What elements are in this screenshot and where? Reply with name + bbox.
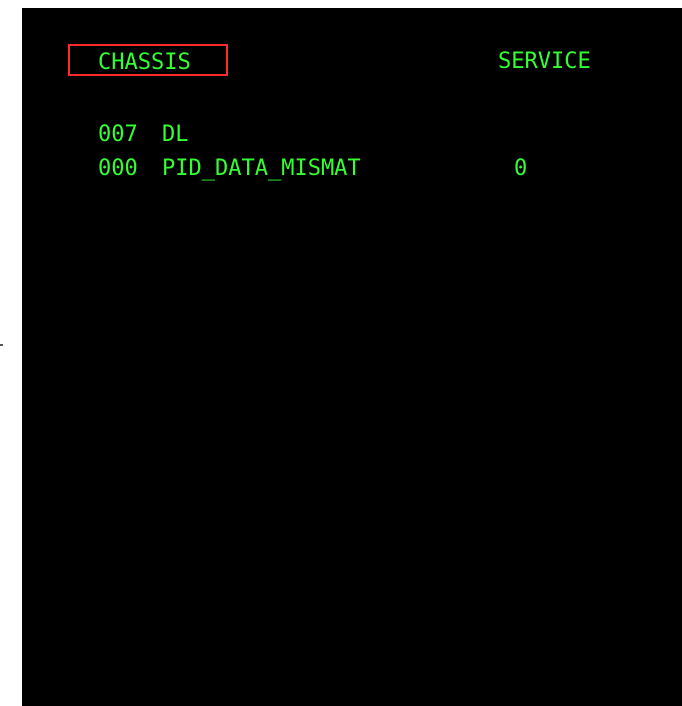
tab-service[interactable]: SERVICE	[498, 51, 591, 73]
row-value: 0	[514, 156, 528, 181]
terminal-screen: CHASSIS SERVICE 007 DL 000 PID_DATA_MISMAT…	[22, 8, 682, 706]
row-code: 007	[98, 122, 138, 147]
edge-marker	[0, 344, 3, 346]
list-item[interactable]: 000 PID_DATA_MISMAT 0	[98, 156, 527, 192]
page: CHASSIS SERVICE 007 DL 000 PID_DATA_MISMAT…	[0, 0, 682, 706]
row-label: PID_DATA_MISMAT	[162, 156, 361, 181]
row-label: DL	[162, 122, 189, 147]
list-item[interactable]: 007 DL	[98, 124, 361, 158]
tab-chassis[interactable]: CHASSIS	[68, 44, 228, 76]
row-code: 000	[98, 156, 138, 181]
data-list: 007 DL 000 PID_DATA_MISMAT 0	[98, 124, 527, 192]
